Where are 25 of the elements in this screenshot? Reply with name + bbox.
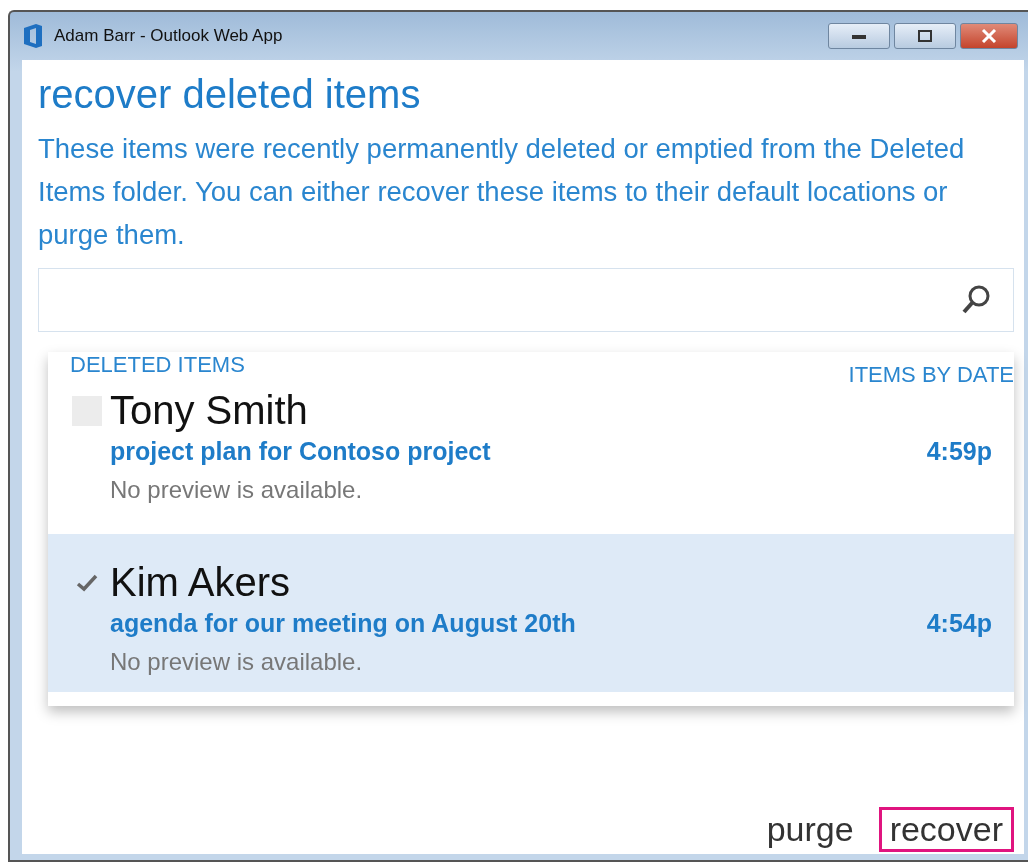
close-button[interactable] (960, 23, 1018, 49)
message-preview: No preview is available. (109, 476, 364, 504)
message-item[interactable]: Tony Smith project plan for Contoso project 4:59p No preview is available. (48, 388, 1014, 520)
app-logo-icon (22, 23, 44, 49)
message-subject: project plan for Contoso project (110, 437, 491, 466)
message-time: 4:54p (926, 609, 992, 638)
page-heading: recover deleted items (38, 72, 422, 117)
recover-button[interactable]: recover (878, 807, 1014, 852)
maximize-button[interactable] (894, 23, 956, 49)
message-item[interactable]: Kim Akers agenda for our meeting on August 20th 4:54p No preview is available. (48, 534, 1014, 692)
sort-label[interactable]: ITEMS BY DATE (848, 362, 1014, 388)
list-label: DELETED ITEMS (70, 352, 245, 378)
search-field[interactable] (38, 268, 1014, 332)
minimize-icon (852, 33, 866, 39)
sender-name: Tony Smith (110, 388, 308, 433)
sender-name: Kim Akers (110, 560, 291, 605)
minimize-button[interactable] (828, 23, 890, 49)
message-time: 4:59p (926, 437, 992, 466)
close-icon (981, 29, 997, 43)
message-subject: agenda for our meeting on August 20th (110, 609, 576, 638)
description-text: These items were recently permanently deleted or emptied from the Deleted Items folder. You can either recover these items to their default locations or purge them. (38, 132, 966, 252)
message-preview: No preview is available. (109, 648, 364, 676)
search-icon[interactable] (961, 284, 991, 316)
window-title: Adam Barr - Outlook Web App (54, 26, 284, 46)
maximize-icon (918, 30, 932, 42)
